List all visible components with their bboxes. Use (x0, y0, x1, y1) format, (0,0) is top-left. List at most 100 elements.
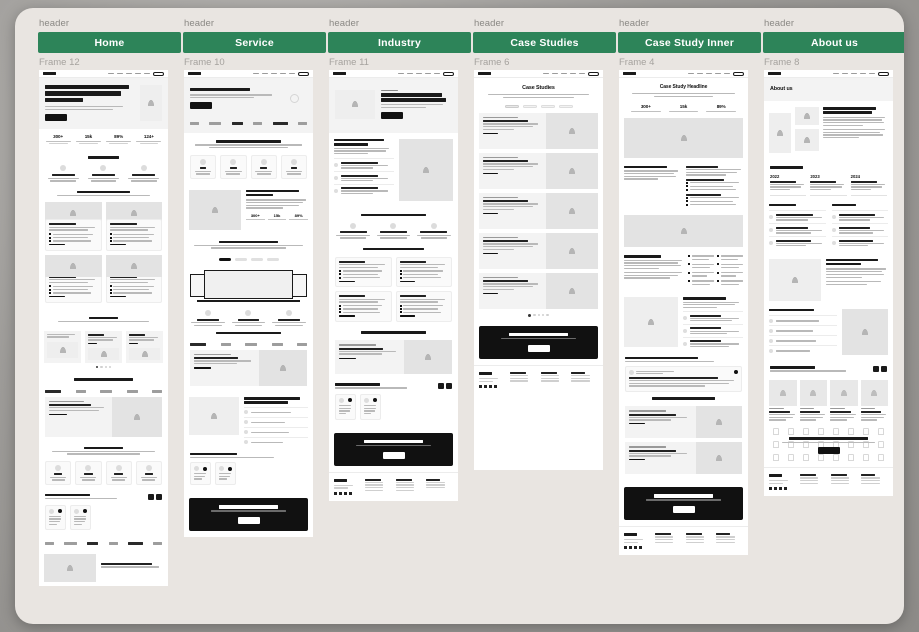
feature-row (190, 154, 307, 179)
column-industry: header Industry Frame 11 (328, 18, 471, 624)
nav-links[interactable] (688, 71, 744, 76)
service-card[interactable] (335, 291, 392, 323)
case-study-card[interactable] (479, 192, 598, 229)
nav-links[interactable] (543, 71, 599, 76)
pagination[interactable] (474, 311, 603, 320)
navbar[interactable] (764, 70, 893, 78)
service-card[interactable] (45, 202, 102, 251)
page-service[interactable]: 300+ 15k 89% (184, 70, 313, 537)
navbar[interactable] (184, 70, 313, 78)
page-header-service[interactable]: Service (183, 32, 326, 53)
case-study-card[interactable] (625, 442, 742, 475)
nav-link[interactable] (144, 72, 150, 75)
page-header-industry[interactable]: Industry (328, 32, 471, 53)
core-value-item (769, 335, 837, 345)
overview-item[interactable] (334, 183, 394, 197)
nav-link[interactable] (117, 72, 123, 75)
navbar[interactable] (474, 70, 603, 78)
nav-cta-button[interactable] (588, 71, 599, 76)
case-study-card[interactable] (479, 112, 598, 149)
case-study-card[interactable] (479, 152, 598, 189)
nav-link[interactable] (126, 72, 132, 75)
process-step[interactable] (244, 426, 308, 437)
page-about-us[interactable]: About us 2022 2023 2024 (764, 70, 893, 497)
why-card (75, 460, 102, 485)
figma-canvas: header Home Frame 12 300+ 15k 89% 124+ h… (15, 8, 904, 624)
nav-links[interactable] (253, 71, 309, 76)
industry-card[interactable] (126, 330, 163, 364)
case-study-card[interactable] (479, 272, 598, 309)
case-study-card[interactable] (479, 232, 598, 269)
case-study-tabs[interactable] (190, 341, 307, 350)
hero-cta-button[interactable] (190, 102, 212, 110)
case-study-card[interactable] (190, 349, 307, 386)
case-study-card[interactable] (335, 340, 452, 375)
header-label-service: header (184, 18, 215, 29)
page-case-study-inner[interactable]: Case Study Headline 300+ 15k 89% (619, 70, 748, 556)
nav-link[interactable] (108, 72, 114, 75)
process-step[interactable] (244, 416, 308, 427)
industry-card[interactable] (85, 330, 122, 364)
page-industry[interactable] (329, 70, 458, 501)
nav-cta-button[interactable] (443, 71, 454, 76)
page-title-section: About us (764, 78, 893, 101)
service-card[interactable] (395, 256, 452, 288)
page-home[interactable]: 300+ 15k 89% 124+ (39, 70, 168, 587)
nav-cta-button[interactable] (878, 71, 889, 76)
headline-section: Case Study Headline (619, 78, 748, 100)
frame-label-case-studies: Frame 6 (474, 57, 510, 68)
frame-label-case-study-inner: Frame 4 (619, 57, 655, 68)
navbar[interactable] (329, 70, 458, 78)
service-card[interactable] (105, 202, 162, 251)
case-study-tabs[interactable] (45, 388, 162, 397)
nav-cta-button[interactable] (153, 71, 164, 76)
testimonial-card (45, 504, 66, 531)
hero-cta-button[interactable] (45, 114, 67, 122)
cta-button[interactable] (237, 516, 260, 524)
nav-links[interactable] (108, 71, 164, 76)
cta-button[interactable] (672, 506, 695, 514)
page-case-studies[interactable]: Case Studies (474, 70, 603, 470)
services-industry-section (329, 246, 458, 329)
similar-title (625, 397, 742, 401)
page-header-case-study-inner[interactable]: Case Study Inner (618, 32, 761, 53)
team-arrows[interactable] (873, 366, 887, 373)
filter-tabs[interactable] (474, 102, 603, 113)
testimonial-arrows[interactable] (148, 493, 162, 500)
navbar[interactable] (619, 70, 748, 78)
service-card[interactable] (395, 291, 452, 323)
carousel-dots[interactable] (39, 363, 168, 371)
page-header-about-us[interactable]: About us (763, 32, 904, 53)
page-title-section: Case Studies (474, 78, 603, 102)
cta-button[interactable] (527, 344, 550, 352)
page-header-home[interactable]: Home (38, 32, 181, 53)
nav-links[interactable] (833, 71, 889, 76)
cta-button[interactable] (382, 451, 405, 459)
join-team-button[interactable] (817, 447, 840, 455)
page-header-case-studies[interactable]: Case Studies (473, 32, 616, 53)
nav-cta-button[interactable] (298, 71, 309, 76)
testimonial-arrows[interactable] (438, 383, 452, 390)
stat-value: 300+ (53, 134, 64, 140)
cta-banner (624, 487, 743, 521)
hero-cta-button[interactable] (381, 111, 403, 119)
navbar[interactable] (39, 70, 168, 78)
nav-link[interactable] (135, 72, 141, 75)
team-grid (764, 380, 893, 422)
process-step[interactable] (244, 406, 308, 417)
service-card[interactable] (45, 254, 102, 303)
nav-links[interactable] (398, 71, 454, 76)
case-study-card[interactable] (45, 396, 162, 437)
service-card[interactable] (105, 254, 162, 303)
service-card[interactable] (335, 256, 392, 288)
case-study-card[interactable] (625, 406, 742, 439)
header-label-case-study-inner: header (619, 18, 650, 29)
feature-tabs[interactable] (190, 255, 307, 266)
nav-cta-button[interactable] (733, 71, 744, 76)
industry-card[interactable] (44, 330, 81, 364)
overview-item[interactable] (334, 158, 394, 171)
overview-item[interactable] (334, 171, 394, 184)
stats-row: 300+ 15k 89% (619, 100, 748, 116)
results-row (335, 222, 452, 239)
process-step[interactable] (244, 436, 308, 447)
